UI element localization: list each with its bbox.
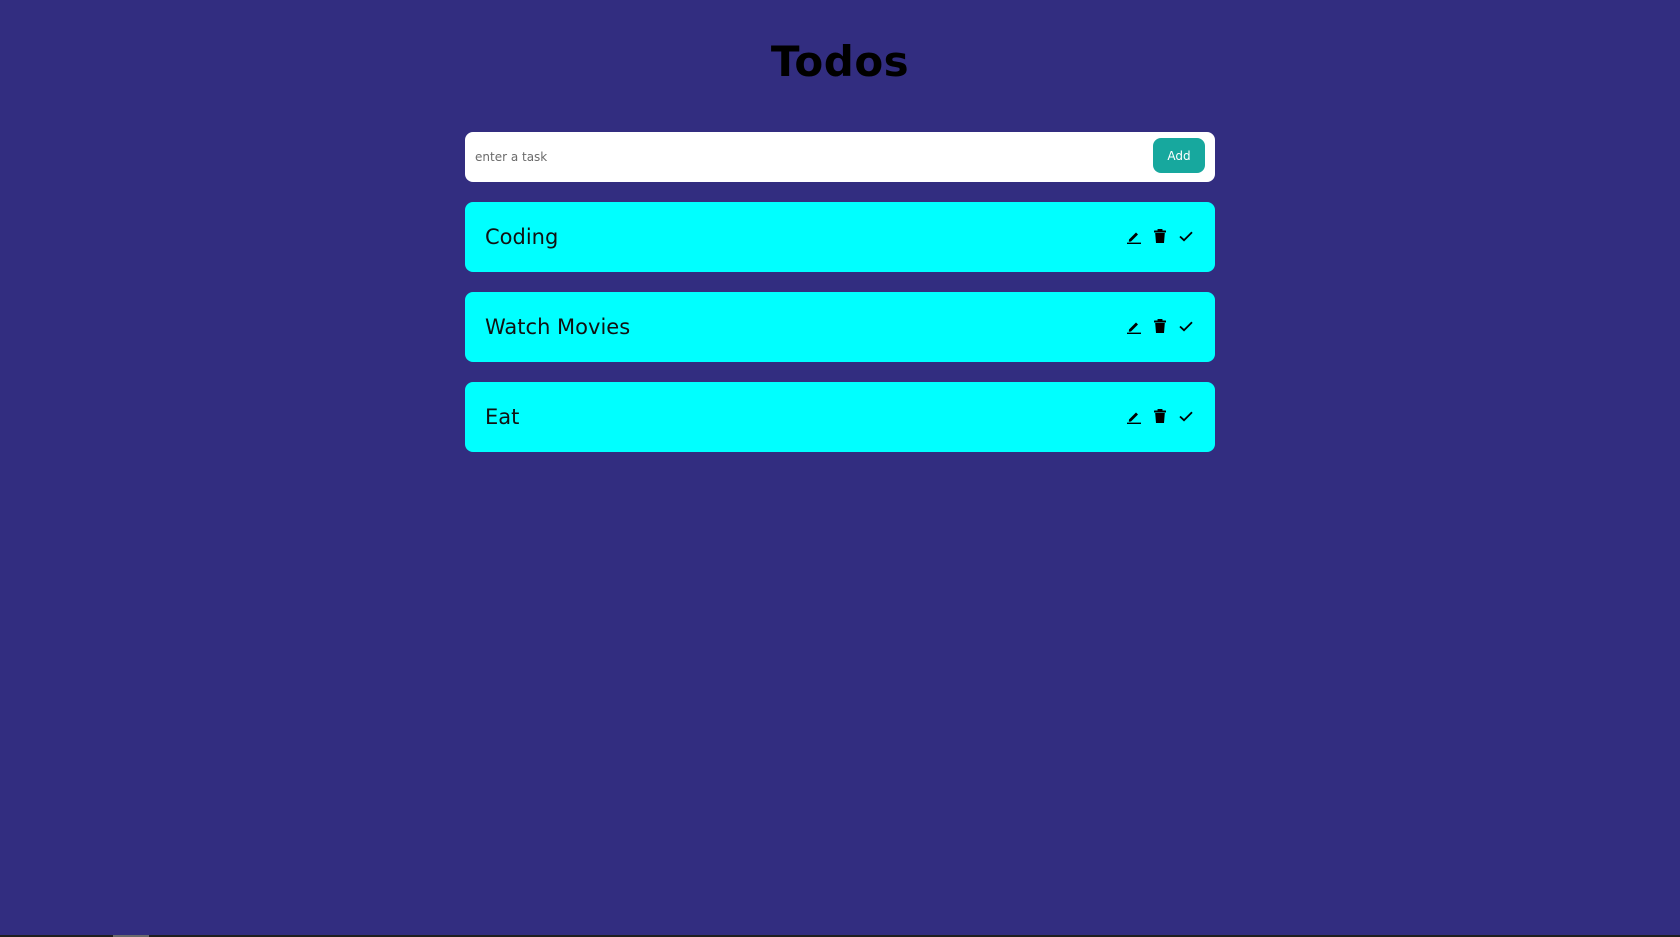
- check-icon[interactable]: [1177, 227, 1195, 245]
- todo-item: Eat: [465, 382, 1215, 452]
- todo-actions: [1125, 316, 1195, 336]
- todo-item: Coding: [465, 202, 1215, 272]
- task-input[interactable]: [475, 140, 1115, 174]
- todo-actions: [1125, 406, 1195, 426]
- todo-text: Coding: [485, 225, 559, 249]
- trash-icon[interactable]: [1151, 407, 1169, 425]
- page-title: Todos: [770, 37, 910, 86]
- todo-list: Coding Watch Movies Eat: [465, 202, 1215, 472]
- add-task-form: Add: [465, 132, 1215, 182]
- trash-icon[interactable]: [1151, 317, 1169, 335]
- app-page: Todos Add Coding: [0, 0, 1680, 935]
- pencil-icon[interactable]: [1125, 317, 1143, 335]
- add-button[interactable]: Add: [1153, 138, 1205, 173]
- trash-icon[interactable]: [1151, 227, 1169, 245]
- todo-actions: [1125, 226, 1195, 246]
- pencil-icon[interactable]: [1125, 227, 1143, 245]
- check-icon[interactable]: [1177, 317, 1195, 335]
- pencil-icon[interactable]: [1125, 407, 1143, 425]
- todo-text: Eat: [485, 405, 520, 429]
- todo-text: Watch Movies: [485, 315, 631, 339]
- todo-item: Watch Movies: [465, 292, 1215, 362]
- check-icon[interactable]: [1177, 407, 1195, 425]
